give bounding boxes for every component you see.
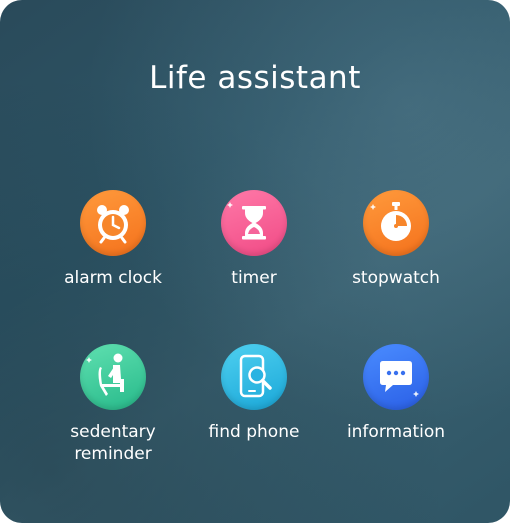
app-label: sedentary reminder <box>70 422 156 464</box>
app-find-phone[interactable]: find phone <box>189 344 319 443</box>
app-information[interactable]: information <box>331 344 461 443</box>
alarm-clock-icon <box>80 190 146 256</box>
phone-search-icon <box>221 344 287 410</box>
message-bubble-icon <box>363 344 429 410</box>
stopwatch-icon <box>363 190 429 256</box>
app-label: information <box>346 422 446 442</box>
life-assistant-panel: Life assistant alarm clock timer stopwat… <box>0 0 510 523</box>
person-seated-icon <box>80 344 146 410</box>
app-stopwatch[interactable]: stopwatch <box>331 190 461 289</box>
app-label: stopwatch <box>352 268 440 288</box>
app-label: find phone <box>208 422 300 442</box>
app-sedentary-reminder[interactable]: sedentary reminder <box>48 344 178 465</box>
app-grid: alarm clock timer stopwatch sedentary re… <box>0 0 510 523</box>
app-label: timer <box>231 268 277 288</box>
app-timer[interactable]: timer <box>189 190 319 289</box>
app-alarm-clock[interactable]: alarm clock <box>48 190 178 289</box>
hourglass-icon <box>221 190 287 256</box>
app-label: alarm clock <box>64 268 162 288</box>
